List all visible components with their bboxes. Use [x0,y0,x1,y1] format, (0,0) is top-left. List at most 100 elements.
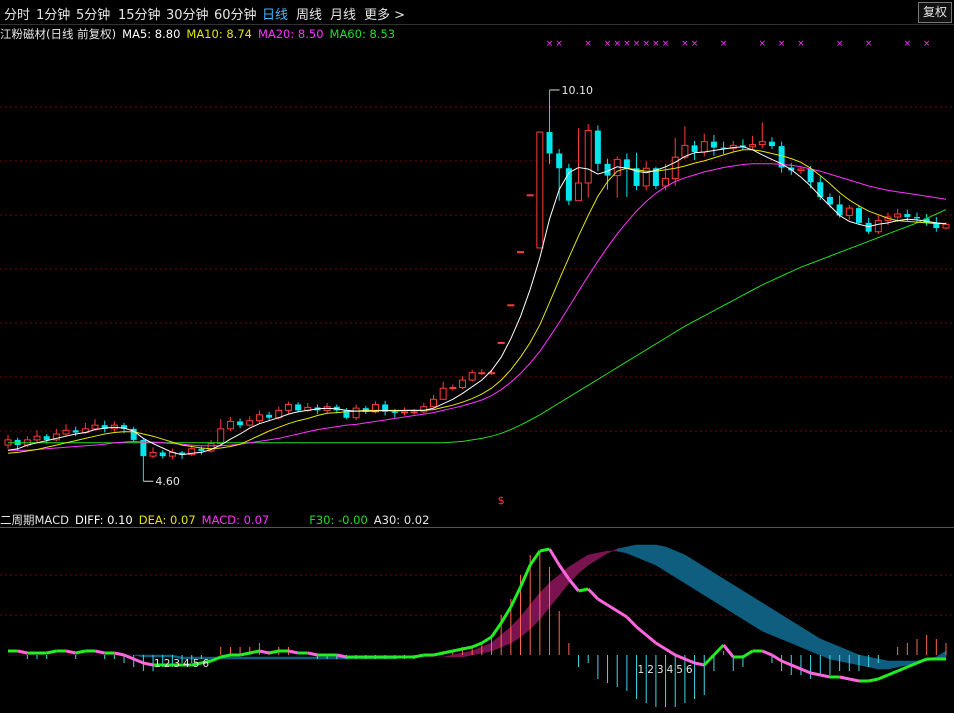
band-segment [500,626,512,648]
candle-body [855,208,862,223]
diff-segment [433,651,444,657]
macd-chart: 123456123456 [0,527,954,707]
candle-body [526,194,534,197]
diff-segment [143,661,154,667]
band-segment [471,646,483,656]
band-segment [587,552,599,566]
band-segment [239,656,251,660]
candle-body [691,145,698,152]
band-segment [674,550,686,584]
signal-marker: × [758,39,766,49]
tab-daily[interactable]: 日线 [262,4,288,23]
candle-body [536,131,544,249]
diff-segment [442,649,454,655]
band-segment [462,650,473,658]
band-segment [230,656,241,660]
macd-value: MACD: 0.07 [201,513,270,527]
tab-weekly[interactable]: 周线 [296,4,322,23]
band-segment [858,654,869,668]
signal-marker: × [642,39,650,49]
tab-60min[interactable]: 60分钟 [214,4,257,23]
high-price-label: 10.10 [562,84,594,97]
band-segment [868,656,879,670]
macd-title: 二周期MACD [0,513,69,527]
diff-segment [848,677,860,683]
band-segment [878,658,889,670]
diff-segment [800,667,812,675]
signal-marker: × [555,39,563,49]
candle-body [517,251,525,254]
diff-segment [519,564,532,588]
ma10-line [7,149,946,454]
signal-marker: × [604,39,612,49]
diff-segment [499,606,513,624]
count-label: 4 [667,664,674,676]
band-segment [848,650,860,666]
band-segment [297,656,309,660]
diff-segment [46,649,57,655]
candle-body [266,414,273,418]
diff-segment [94,649,106,655]
tab-monthly[interactable]: 月线 [330,4,356,23]
candle-body [429,398,437,408]
candle-body [710,141,717,148]
tab-15min[interactable]: 15分钟 [118,4,161,23]
candle-body [449,386,457,389]
tab-timeshare[interactable]: 分时 [4,4,30,23]
tab-30min[interactable]: 30分钟 [166,4,209,23]
signal-marker: × [923,39,931,49]
count-label: 5 [193,658,200,670]
band-segment [549,574,560,608]
band-segment [684,554,695,590]
band-segment [326,656,338,660]
candle-body [845,207,853,216]
candle-body [478,372,486,375]
band-segment [703,566,715,602]
candle-body [546,132,553,154]
diff-segment [462,645,473,651]
macd-legend: 二周期MACD DIFF: 0.10 DEA: 0.07 MACD: 0.07 F30:… [0,512,435,528]
band-segment [481,642,492,654]
candle-body [623,159,630,169]
diff-segment [123,653,135,661]
diff-segment [703,653,715,667]
diff-segment [712,643,725,657]
diff-segment [810,671,821,677]
candle-body [33,435,41,441]
diff-segment [916,657,928,665]
candle-body [159,452,166,457]
diff-segment [259,649,270,655]
diff-segment [664,647,677,657]
candle-body [584,130,592,184]
candle-body [749,144,757,148]
candle-body [497,341,505,344]
ma60-line [8,209,947,444]
candle-body [468,372,476,381]
diff-segment [655,641,667,651]
diff-segment [481,635,493,645]
diff-segment [790,663,802,671]
candle-body [149,451,157,457]
count-label: 2 [164,658,171,670]
band-segment [133,654,144,658]
adjust-button[interactable]: 复权 [918,2,952,23]
candle-body [894,213,902,218]
count-label: 4 [183,658,190,670]
band-segment [790,620,802,648]
candle-body [295,404,302,411]
candle-body [662,178,670,187]
band-segment [713,572,724,608]
diff-segment [616,609,628,619]
tab-more[interactable]: 更多 > [364,4,405,23]
diff-segment [761,649,773,657]
band-segment [249,656,260,660]
tab-1min[interactable]: 1分钟 [36,4,70,23]
tab-5min[interactable]: 5分钟 [76,4,110,23]
diff-segment [684,657,696,665]
diff-segment [413,653,425,659]
band-segment [307,656,318,660]
diff-segment [819,673,831,679]
candle-body [246,420,254,426]
signal-marker: × [613,39,621,49]
diff-segment [635,625,648,637]
